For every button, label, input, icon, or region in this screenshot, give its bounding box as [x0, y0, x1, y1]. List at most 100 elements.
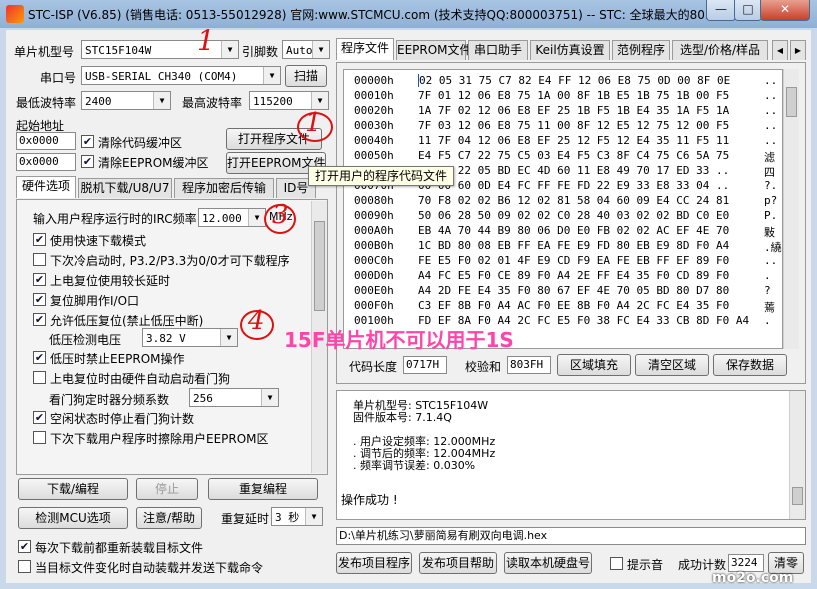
tone-checkbox[interactable]	[610, 557, 623, 570]
fill-region-button[interactable]: 区域填充	[557, 354, 631, 376]
repeat-program-button[interactable]: 重复编程	[208, 478, 318, 500]
check-mcu-button[interactable]: 检测MCU选项	[18, 507, 128, 529]
option3-checkbox-1[interactable]	[33, 431, 46, 444]
hex-row-bytes: 1A 7F 02 12 06 E8 EF 25 1B F5 1B E4 35 1…	[418, 104, 730, 117]
option2-checkbox-0[interactable]: ✔	[33, 351, 46, 364]
eeprom-start-address-input[interactable]: 0x0000	[16, 153, 76, 171]
chevron-down-icon: ▼	[153, 92, 170, 109]
hex-row-bytes: C3 EF 8B F0 A4 AC F0 EE 8B F0 A4 2C FC E…	[418, 299, 730, 312]
hw-tab-strip: 硬件选项 脱机下载/U8/U7 程序加密后传输 ID号	[16, 176, 328, 200]
chevron-down-icon: ▼	[312, 41, 329, 58]
publish-project-program-button[interactable]: 发布项目程序	[336, 552, 412, 574]
clear-eeprom-buffer-checkbox[interactable]: ✔	[81, 155, 94, 168]
clear-region-button[interactable]: 清空区域	[635, 354, 709, 376]
hex-row-bytes: C6 A5 22 05 BD EC 4D 60 11 E8 49 70 17 E…	[418, 164, 730, 177]
option2-checkbox-1[interactable]	[33, 371, 46, 384]
chevron-down-icon: ▼	[221, 41, 238, 58]
title-bar[interactable]: STC-ISP (V6.85) (销售电话: 0513-55012928) 官网…	[0, 0, 817, 28]
right-tab-strip: 程序文件 EEPROM文件 串口助手 Keil仿真设置 范例程序 选型/价格/样…	[336, 38, 806, 62]
chevron-down-icon: ▼	[311, 92, 328, 109]
pins-select[interactable]: Auto ▼	[282, 40, 330, 59]
mcu-type-label: 单片机型号	[14, 45, 75, 59]
hex-row-ascii: ..	[764, 89, 778, 102]
option-checkbox-3[interactable]: ✔	[33, 293, 46, 306]
tab-serial-assistant[interactable]: 串口助手	[468, 40, 528, 60]
hex-row-bytes: A4 FC E5 F0 CE 89 F0 A4 2E FF E4 35 F0 C…	[418, 269, 730, 282]
tab-keil-sim[interactable]: Keil仿真设置	[530, 40, 610, 60]
hex-view[interactable]: 00000h 02 05 31 75 C7 82 E4 FF 12 06 E8 7…	[343, 69, 783, 349]
auto-send-on-change-checkbox[interactable]	[18, 560, 31, 573]
chevron-down-icon: ▼	[261, 389, 278, 406]
option3-label-0: 空闲状态时停止看门狗计数	[50, 412, 195, 426]
hex-row-ascii: .繞	[764, 241, 782, 254]
tab-scroll-left-icon[interactable]: ◀	[772, 40, 788, 60]
wdt-prescaler-select[interactable]: 256 ▼	[189, 388, 279, 407]
option3-checkbox-0[interactable]: ✔	[33, 411, 46, 424]
close-button[interactable]: ✕	[760, 0, 810, 21]
help-button[interactable]: 注意/帮助	[136, 507, 202, 529]
hex-row-ascii: ..	[764, 134, 778, 147]
option-checkbox-1[interactable]	[33, 253, 46, 266]
hex-row-ascii: 蔫	[764, 301, 775, 314]
tab-examples[interactable]: 范例程序	[612, 40, 670, 60]
tab-scroll-right-icon[interactable]: ▶	[790, 40, 806, 60]
option-checkbox-2[interactable]: ✔	[33, 273, 46, 286]
checksum-value: 803FH	[507, 356, 551, 374]
wdt-prescaler-value: 256	[193, 392, 213, 405]
hex-row-ascii: .	[764, 269, 771, 282]
hex-row-bytes: 00 00 60 0D E4 FC FF FE FD 22 E9 33 E8 3…	[418, 179, 730, 192]
option-label-4: 允许低压复位(禁止低压中断)	[50, 314, 204, 328]
lvd-select[interactable]: 3.82 V ▼	[142, 328, 238, 347]
client-area: 单片机型号 STC15F104W ▼ 引脚数 Auto ▼ 串口号 USB-SE…	[6, 30, 811, 583]
irc-frequency-label: 输入用户程序运行时的IRC频率	[33, 212, 197, 226]
tab-offline-download[interactable]: 脱机下载/U8/U7	[78, 178, 172, 198]
hex-row-bytes: E4 F5 C7 22 75 C5 03 E4 F5 C3 8F C4 75 C…	[418, 149, 730, 162]
minimize-button[interactable]: —	[706, 0, 736, 21]
min-baud-select[interactable]: 2400 ▼	[81, 91, 171, 110]
maximize-button[interactable]: □	[734, 0, 762, 21]
option3-label-1: 下次下载用户程序时擦除用户EEPROM区	[50, 432, 269, 446]
save-data-button[interactable]: 保存数据	[713, 354, 787, 376]
port-select[interactable]: USB-SERIAL CH340 (COM4) ▼	[81, 66, 281, 85]
tab-encrypted-transfer[interactable]: 程序加密后传输	[174, 178, 274, 198]
hex-scrollbar[interactable]	[783, 69, 799, 349]
hex-row-bytes: EB 4A 70 44 B9 80 06 D0 E0 FB 02 02 AC E…	[418, 224, 730, 237]
hex-row-ascii: ?	[764, 284, 771, 297]
options-scrollbar-thumb[interactable]	[314, 221, 325, 311]
option-checkbox-0[interactable]: ✔	[33, 233, 46, 246]
pins-label: 引脚数	[242, 45, 279, 59]
hex-row-ascii: ?.	[764, 179, 778, 192]
reload-before-download-checkbox[interactable]: ✔	[18, 540, 31, 553]
hex-row-bytes: 1C BD 80 08 EB FF EA FE E9 FD 80 EB E9 8…	[418, 239, 730, 252]
app-window: STC-ISP (V6.85) (销售电话: 0513-55012928) 官网…	[0, 0, 817, 589]
tab-hardware-options[interactable]: 硬件选项	[16, 176, 76, 198]
tab-program-file[interactable]: 程序文件	[336, 38, 394, 60]
code-start-address-input[interactable]: 0x0000	[16, 132, 76, 150]
clear-code-buffer-label: 清除代码缓冲区	[98, 136, 183, 150]
irc-frequency-select[interactable]: 12.000 ▼	[198, 208, 266, 227]
hex-row-bytes: 7F 03 12 06 E8 75 11 00 8F 12 E5 12 75 1…	[418, 119, 730, 132]
hex-row-bytes: FE E5 F0 02 01 4F E9 CD F9 EA FE EB FF E…	[418, 254, 730, 267]
hex-scrollbar-thumb[interactable]	[786, 87, 797, 117]
read-disk-id-button[interactable]: 读取本机硬盘号	[504, 552, 592, 574]
hex-row-ascii: P.	[764, 209, 778, 222]
publish-project-help-button[interactable]: 发布项目帮助	[419, 552, 497, 574]
option-checkbox-4[interactable]: ✔	[33, 313, 46, 326]
repeat-delay-select[interactable]: 3 秒 ▼	[271, 507, 323, 526]
code-length-label: 代码长度	[349, 360, 398, 374]
stop-button[interactable]: 停止	[136, 478, 198, 500]
annotation-mark-1: 1	[197, 24, 215, 57]
clear-code-buffer-checkbox[interactable]: ✔	[81, 135, 94, 148]
hex-row-address: 000D0h	[354, 269, 394, 282]
log-scrollbar-thumb[interactable]	[792, 487, 803, 505]
log-scrollbar[interactable]	[789, 391, 805, 519]
tab-selection-price[interactable]: 选型/价格/样品	[672, 40, 768, 60]
scan-button[interactable]: 扫描	[285, 65, 327, 87]
overlay-note: 15F单片机不可以用于1S	[284, 328, 514, 352]
port-label: 串口号	[40, 71, 77, 85]
download-program-button[interactable]: 下载/编程	[18, 478, 128, 500]
tab-eeprom-file[interactable]: EEPROM文件	[396, 40, 472, 60]
auto-send-on-change-label: 当目标文件变化时自动装载并发送下载命令	[35, 561, 264, 575]
mcu-type-select[interactable]: STC15F104W ▼	[81, 40, 239, 59]
port-value: USB-SERIAL CH340 (COM4)	[85, 70, 238, 83]
